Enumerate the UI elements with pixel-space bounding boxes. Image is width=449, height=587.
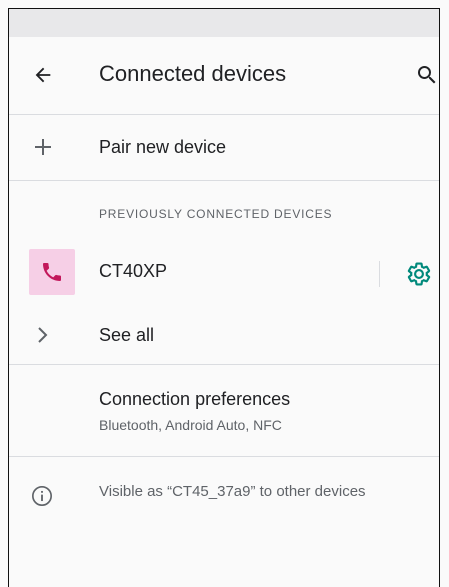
connection-preferences-item[interactable]: Connection preferences Bluetooth, Androi… bbox=[9, 365, 439, 457]
visibility-text: Visible as “CT45_37a9” to other devices bbox=[99, 483, 366, 500]
device-icon-container bbox=[29, 249, 75, 295]
search-button[interactable] bbox=[407, 55, 439, 95]
visibility-info-row: Visible as “CT45_37a9” to other devices bbox=[9, 457, 439, 537]
chevron-right-icon bbox=[38, 327, 48, 343]
connection-preferences-label: Connection preferences bbox=[99, 389, 291, 409]
search-icon bbox=[418, 66, 436, 84]
page-title: Connected devices bbox=[99, 61, 287, 86]
vertical-divider bbox=[379, 261, 380, 287]
info-icon bbox=[32, 486, 52, 506]
plus-icon bbox=[35, 139, 51, 155]
see-all-item[interactable]: See all bbox=[9, 305, 439, 365]
pair-new-device-label: Pair new device bbox=[99, 137, 227, 157]
connection-preferences-summary: Bluetooth, Android Auto, NFC bbox=[99, 417, 282, 433]
device-row-ct40xp: CT40XP bbox=[9, 239, 439, 299]
device-name: CT40XP bbox=[99, 261, 168, 281]
back-button[interactable] bbox=[23, 55, 63, 95]
previously-connected-header: PREVIOUSLY CONNECTED DEVICES bbox=[99, 207, 333, 221]
device-settings-button[interactable] bbox=[402, 257, 436, 291]
phone-icon bbox=[43, 263, 61, 281]
gear-icon bbox=[407, 262, 431, 286]
status-bar bbox=[9, 9, 439, 37]
settings-screen: Connected devices Pair new device PREVIO… bbox=[8, 8, 440, 587]
arrow-back-icon bbox=[35, 67, 51, 83]
pair-new-device-item[interactable]: Pair new device bbox=[9, 115, 439, 181]
see-all-label: See all bbox=[99, 325, 155, 345]
device-item[interactable]: CT40XP bbox=[9, 239, 379, 299]
app-bar: Connected devices bbox=[9, 37, 439, 115]
